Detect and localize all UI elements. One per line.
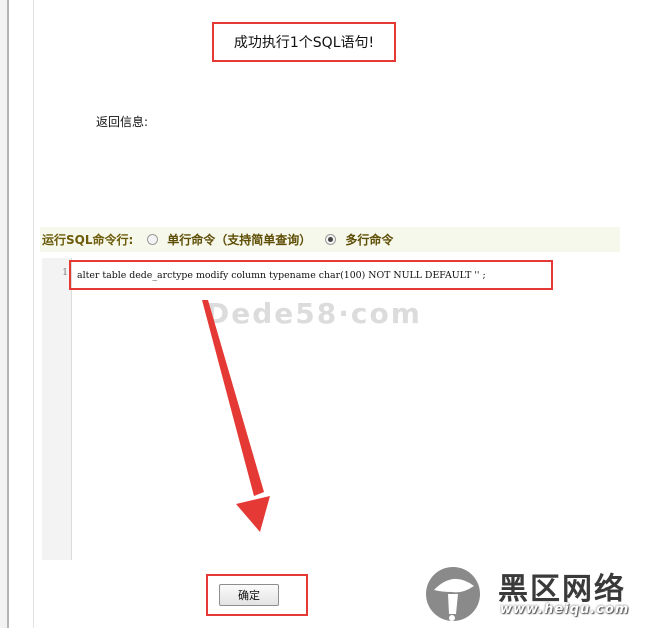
red-arrow-head [236,496,270,532]
heiqu-url: www.heiqu.com [500,602,630,617]
content-divider-line [33,0,34,628]
return-info-label: 返回信息: [96,115,149,129]
mushroom-icon [426,567,480,621]
radio-single-line[interactable] [147,234,159,245]
heiqu-logo-watermark: 黑区网络 www.heiqu.com [422,560,650,624]
red-arrow-shaft [202,300,264,496]
result-message: 成功执行1个SQL语句! [233,35,375,51]
sql-statement-highlight[interactable]: alter table dede_arctype modify column t… [69,260,553,290]
line-number-gutter: 1 [42,258,72,560]
submit-button[interactable]: 确定 [219,584,279,606]
left-border-line [7,0,9,628]
sql-statement: alter table dede_arctype modify column t… [77,269,486,281]
radio-multi-line-label[interactable]: 多行命令 [345,231,393,248]
radio-single-line-label[interactable]: 单行命令（支持简单查询） [167,231,311,248]
command-mode-bar: 运行SQL命令行: 单行命令（支持简单查询） 多行命令 [40,227,620,252]
result-message-highlight: 成功执行1个SQL语句! [212,22,396,62]
red-arrow-annotation [202,300,270,532]
command-mode-label: 运行SQL命令行: [42,233,134,247]
radio-multi-line[interactable] [325,234,337,245]
line-number: 1 [62,268,68,278]
